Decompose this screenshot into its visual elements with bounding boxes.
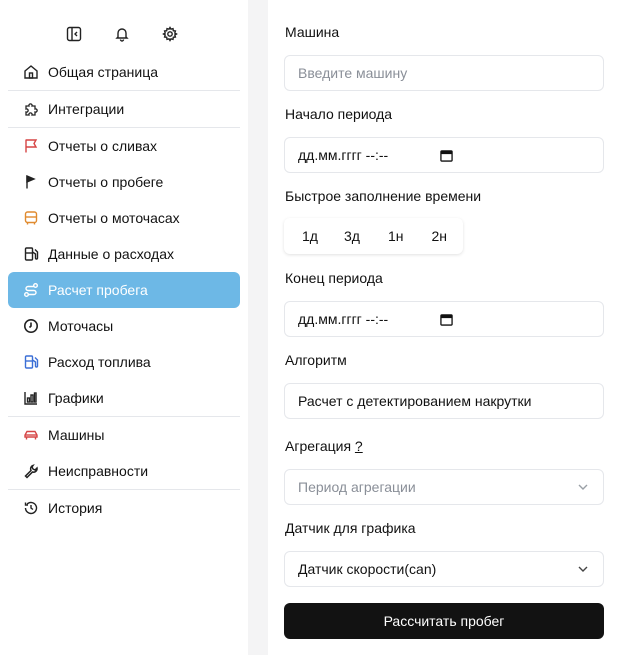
sidebar-item-engine-hours-reports[interactable]: Отчеты о моточасах bbox=[8, 200, 240, 236]
sidebar-collapse-icon[interactable] bbox=[64, 22, 84, 46]
sidebar-item-label: Расход топлива bbox=[48, 354, 151, 370]
end-period-label: Конец периода bbox=[285, 270, 383, 286]
wrench-icon bbox=[22, 462, 40, 480]
sidebar-item-expense-data[interactable]: Данные о расходах bbox=[8, 236, 240, 272]
home-icon bbox=[22, 63, 40, 81]
chevron-down-icon bbox=[578, 484, 588, 490]
algorithm-label: Алгоритм bbox=[285, 352, 347, 368]
fuel-icon bbox=[22, 353, 40, 371]
quick-fill-label: Быстрое заполнение времени bbox=[285, 188, 482, 204]
sensor-value: Датчик скорости(can) bbox=[298, 561, 437, 577]
aggregation-help-link[interactable]: ? bbox=[355, 438, 363, 454]
sidebar-item-label: Неисправности bbox=[48, 463, 149, 479]
car-input-placeholder: Введите машину bbox=[298, 65, 408, 81]
sidebar-item-label: Отчеты о пробеге bbox=[48, 174, 164, 190]
sidebar-item-label: Данные о расходах bbox=[48, 246, 174, 262]
start-period-input[interactable]: дд.мм.гггг --:-- bbox=[284, 137, 604, 173]
quick-fill-1d-button[interactable]: 1д bbox=[290, 218, 330, 254]
calendar-icon[interactable] bbox=[440, 313, 453, 326]
gear-icon[interactable] bbox=[160, 22, 180, 46]
bar-chart-icon bbox=[22, 389, 40, 407]
car-label: Машина bbox=[285, 24, 340, 40]
start-period-value: дд.мм.гггг --:-- bbox=[298, 147, 389, 163]
sidebar-item-integrations[interactable]: Интеграции bbox=[8, 91, 240, 127]
quick-fill-1w-button[interactable]: 1н bbox=[374, 218, 418, 254]
sidebar-item-mileage-calc[interactable]: Расчет пробега bbox=[8, 272, 240, 308]
sidebar-item-label: Общая страница bbox=[48, 64, 159, 80]
bus-icon bbox=[22, 209, 40, 227]
sidebar-item-engine-hours[interactable]: Моточасы bbox=[8, 308, 240, 344]
route-icon bbox=[22, 281, 40, 299]
sidebar-item-home[interactable]: Общая страница bbox=[8, 54, 240, 90]
sidebar-item-cars[interactable]: Машины bbox=[8, 417, 240, 453]
end-period-value: дд.мм.гггг --:-- bbox=[298, 311, 389, 327]
aggregation-select[interactable]: Период агрегации bbox=[284, 469, 604, 505]
sidebar-item-label: Отчеты о моточасах bbox=[48, 210, 180, 226]
sidebar-item-label: История bbox=[48, 500, 103, 516]
sidebar-nav: Общая страница Интеграции Отчеты о слива… bbox=[8, 54, 240, 526]
history-icon bbox=[22, 499, 40, 517]
sidebar-item-charts[interactable]: Графики bbox=[8, 380, 240, 416]
aggregation-label-text: Агрегация bbox=[285, 438, 352, 454]
aggregation-placeholder: Период агрегации bbox=[298, 479, 416, 495]
mileage-form: Машина Введите машину Начало периода дд.… bbox=[268, 0, 624, 655]
quick-fill-2w-button[interactable]: 2н bbox=[417, 218, 457, 254]
sidebar-item-label: Расчет пробега bbox=[48, 282, 148, 298]
calculate-mileage-button[interactable]: Рассчитать пробег bbox=[284, 603, 604, 639]
start-period-label: Начало периода bbox=[285, 106, 393, 122]
sidebar-item-mileage-reports[interactable]: Отчеты о пробеге bbox=[8, 164, 240, 200]
sidebar-item-drain-reports[interactable]: Отчеты о сливах bbox=[8, 128, 240, 164]
end-period-input[interactable]: дд.мм.гггг --:-- bbox=[284, 301, 604, 337]
quick-fill-group: 1д 3д 1н 2н bbox=[284, 218, 463, 254]
algorithm-value: Расчет с детектированием накрутки bbox=[298, 393, 532, 409]
calendar-icon[interactable] bbox=[440, 149, 453, 162]
algorithm-select[interactable]: Расчет с детектированием накрутки bbox=[284, 383, 604, 419]
clock-icon bbox=[22, 317, 40, 335]
puzzle-icon bbox=[22, 100, 40, 118]
quick-fill-3d-button[interactable]: 3д bbox=[330, 218, 374, 254]
pennant-icon bbox=[22, 173, 40, 191]
sidebar-toolbar bbox=[64, 22, 180, 46]
sensor-select[interactable]: Датчик скорости(can) bbox=[284, 551, 604, 587]
sidebar-item-label: Интеграции bbox=[48, 101, 125, 117]
car-input[interactable]: Введите машину bbox=[284, 55, 604, 91]
fuel-pump-icon bbox=[22, 245, 40, 263]
car-icon bbox=[22, 426, 40, 444]
chevron-down-icon bbox=[578, 566, 588, 572]
bell-icon[interactable] bbox=[112, 22, 132, 46]
sidebar-item-label: Моточасы bbox=[48, 318, 114, 334]
sidebar-item-label: Графики bbox=[48, 390, 104, 406]
aggregation-label: Агрегация ? bbox=[285, 438, 363, 454]
flag-icon bbox=[22, 137, 40, 155]
sidebar: Общая страница Интеграции Отчеты о слива… bbox=[0, 0, 248, 655]
sidebar-item-label: Отчеты о сливах bbox=[48, 138, 158, 154]
sidebar-item-fuel-consumption[interactable]: Расход топлива bbox=[8, 344, 240, 380]
sidebar-item-history[interactable]: История bbox=[8, 490, 240, 526]
sensor-label: Датчик для графика bbox=[285, 520, 416, 536]
sidebar-item-label: Машины bbox=[48, 427, 105, 443]
sidebar-item-faults[interactable]: Неисправности bbox=[8, 453, 240, 489]
